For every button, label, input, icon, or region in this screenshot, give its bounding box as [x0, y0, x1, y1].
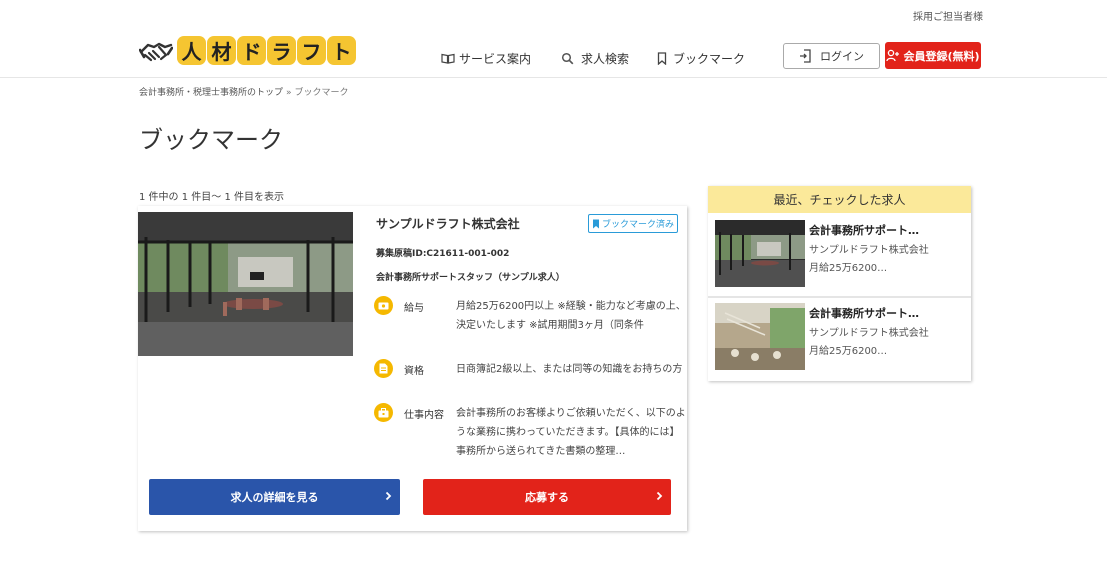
chevron-right-icon	[656, 491, 663, 501]
recent-job-title: 会計事務所サポート…	[809, 307, 919, 320]
salary-text: 月給25万6200円以上 ※経験・能力など考慮の上、決定いたします ※試用期間3…	[456, 301, 686, 331]
nav-job-search-label: 求人検索	[581, 52, 630, 66]
recent-job-company: サンプルドラフト株式会社	[809, 328, 929, 339]
logo-char: 人	[177, 36, 206, 65]
job-description-text: 会計事務所のお客様よりご依頼いただく、以下のような業務に携わっていただきます。【…	[456, 408, 686, 457]
document-icon	[374, 359, 393, 378]
main-nav: サービス案内 求人検索 ブックマーク	[441, 50, 773, 67]
qualification-text: 日商簿記2級以上、または同等の知識をお持ちの方	[456, 364, 683, 375]
breadcrumb-current: ブックマーク	[294, 88, 349, 98]
manuscript-id: 募集原稿ID:C21611-001-002	[376, 249, 510, 259]
add-user-icon	[886, 49, 900, 62]
view-details-button[interactable]: 求人の詳細を見る	[149, 479, 400, 515]
nav-bookmark-label: ブックマーク	[673, 52, 746, 66]
login-label: ログイン	[820, 50, 864, 63]
logo-wordmark: 人 材 ド ラ フ ト	[177, 36, 357, 65]
recent-job-salary: 月給25万6200…	[809, 263, 888, 274]
recent-job-thumbnail	[715, 303, 805, 370]
recent-job-item[interactable]: 会計事務所サポート… サンプルドラフト株式会社 月給25万6200…	[708, 296, 971, 374]
job-card: サンプルドラフト株式会社 ブックマーク済み 募集原稿ID:C21611-001-…	[138, 206, 687, 531]
job-description-label: 仕事内容	[404, 410, 444, 421]
recent-job-salary: 月給25万6200…	[809, 346, 888, 357]
recent-job-item[interactable]: 会計事務所サポート… サンプルドラフト株式会社 月給25万6200…	[708, 213, 971, 291]
bookmarked-badge[interactable]: ブックマーク済み	[588, 214, 678, 233]
apply-button[interactable]: 応募する	[423, 479, 671, 515]
logo-char: ト	[327, 36, 356, 65]
bookmark-filled-icon	[592, 219, 599, 228]
nav-service-label: サービス案内	[459, 52, 532, 66]
breadcrumb-separator: »	[286, 88, 292, 98]
logo-char: ド	[237, 36, 266, 65]
bookmark-icon	[657, 52, 667, 65]
recently-viewed-panel: 最近、チェックした求人 会計事務所サポート… サンプルドラフト株式会社 月給25…	[708, 186, 971, 381]
salary-label: 給与	[404, 303, 424, 314]
apply-label: 応募する	[525, 491, 569, 504]
nav-bookmark[interactable]: ブックマーク	[657, 50, 745, 67]
recent-job-company: サンプルドラフト株式会社	[809, 245, 929, 256]
logo-char: ラ	[267, 36, 296, 65]
search-icon	[561, 52, 574, 65]
recent-job-title: 会計事務所サポート…	[809, 224, 919, 237]
recruiter-link[interactable]: 採用ご担当者様	[913, 8, 983, 23]
nav-service[interactable]: サービス案内	[441, 50, 531, 67]
site-logo[interactable]: 人 材 ド ラ フ ト	[139, 36, 357, 65]
company-name[interactable]: サンプルドラフト株式会社	[376, 215, 520, 232]
money-icon	[374, 296, 393, 315]
office-photo-image	[138, 212, 353, 356]
register-button[interactable]: 会員登録(無料)	[885, 42, 981, 69]
briefcase-icon	[374, 403, 393, 422]
job-photo[interactable]	[138, 212, 353, 356]
view-details-label: 求人の詳細を見る	[230, 491, 319, 504]
register-label: 会員登録(無料)	[903, 49, 980, 63]
logo-char: 材	[207, 36, 236, 65]
breadcrumb-home[interactable]: 会計事務所・税理士事務所のトップ	[139, 88, 283, 98]
chevron-right-icon	[385, 491, 392, 501]
book-icon	[441, 53, 455, 64]
door-icon	[800, 49, 811, 63]
recent-job-thumbnail	[715, 220, 805, 287]
result-count: 1 件中の 1 件目～ 1 件目を表示	[139, 192, 284, 203]
breadcrumb: 会計事務所・税理士事務所のトップ» ブックマーク	[139, 85, 349, 98]
job-title: 会計事務所サポートスタッフ（サンプル求人）	[376, 273, 565, 283]
page-title: ブックマーク	[139, 126, 283, 154]
bookmarked-label: ブックマーク済み	[601, 220, 674, 230]
site-header: 採用ご担当者様 人 材 ド ラ フ ト サービス案内 求人検索 ブックマーク ロ…	[0, 0, 1107, 78]
recently-viewed-heading: 最近、チェックした求人	[708, 186, 971, 213]
nav-job-search[interactable]: 求人検索	[559, 50, 629, 67]
qualification-label: 資格	[404, 366, 424, 377]
logo-char: フ	[297, 36, 326, 65]
handshake-icon	[139, 42, 173, 61]
login-button[interactable]: ログイン	[783, 43, 880, 69]
